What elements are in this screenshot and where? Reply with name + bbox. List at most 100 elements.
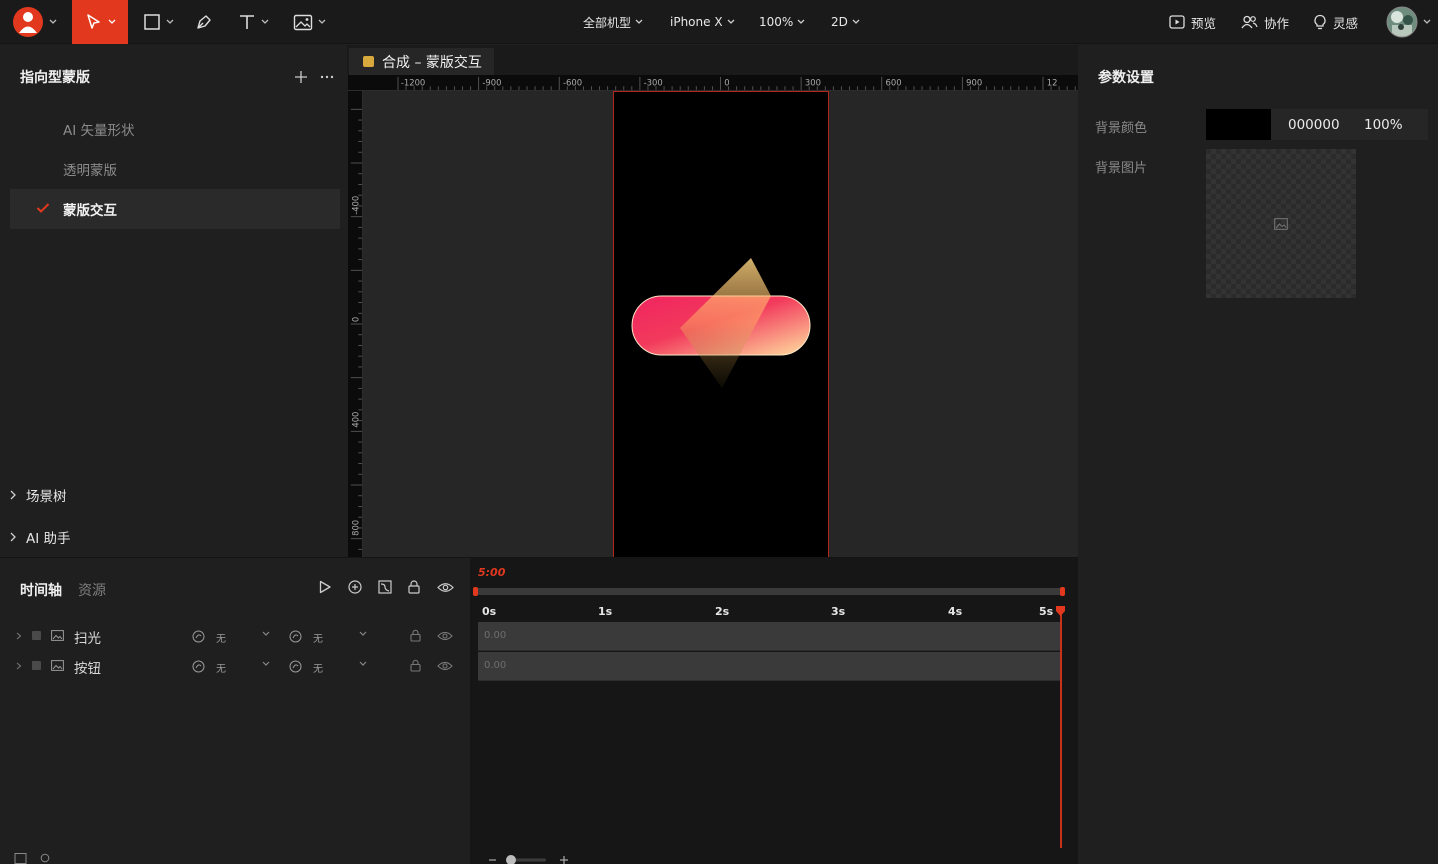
lock-icon[interactable] bbox=[410, 629, 421, 642]
ruler-h-tick: -900 bbox=[482, 77, 501, 87]
collaborate-label: 协作 bbox=[1264, 15, 1290, 31]
canvas-viewport[interactable] bbox=[363, 91, 1078, 557]
artboard[interactable] bbox=[613, 91, 829, 557]
ease-out-select[interactable]: 无 bbox=[313, 660, 323, 675]
layer-track[interactable]: 0.00 bbox=[478, 652, 1061, 681]
bg-color-opacity-input[interactable]: 100% bbox=[1364, 117, 1403, 133]
layer-row[interactable]: 按钮 无 无 bbox=[0, 651, 470, 681]
scene-tree-label: 场景树 bbox=[26, 489, 67, 505]
rectangle-icon bbox=[143, 14, 160, 30]
ruler-v-tick: -400 bbox=[350, 196, 360, 215]
timeline-layers-panel: 时间轴 资源 扫光 无 无 按钮 无 无 bbox=[0, 557, 470, 864]
range-start-handle[interactable] bbox=[473, 587, 478, 596]
inspiration-button[interactable]: 灵感 bbox=[1313, 0, 1358, 44]
pen-tool-button[interactable] bbox=[190, 0, 218, 44]
add-keyframe-button[interactable] bbox=[348, 580, 362, 594]
time-tick-label: 3s bbox=[831, 605, 846, 618]
preview-button[interactable]: 预览 bbox=[1169, 0, 1216, 44]
composition-tab[interactable]: 合成 – 蒙版交互 bbox=[349, 48, 494, 75]
time-tick-label: 1s bbox=[598, 605, 613, 618]
ease-out-icon bbox=[289, 660, 302, 673]
more-options-button[interactable] bbox=[320, 75, 334, 79]
ruler-v-tick: 800 bbox=[350, 520, 360, 536]
snapshot-icon[interactable] bbox=[14, 853, 27, 864]
ease-in-select[interactable]: 无 bbox=[216, 630, 226, 645]
eye-icon[interactable] bbox=[437, 661, 453, 671]
chevron-down-icon bbox=[852, 19, 860, 24]
chevron-right-icon bbox=[10, 532, 16, 542]
visibility-all-button[interactable] bbox=[437, 582, 454, 593]
zoom-in-icon[interactable] bbox=[560, 856, 568, 864]
layer-track[interactable]: 0.00 bbox=[478, 622, 1061, 651]
ease-in-select[interactable]: 无 bbox=[216, 660, 226, 675]
zoom-thumb[interactable] bbox=[506, 855, 516, 864]
track-value: 0.00 bbox=[484, 660, 507, 671]
layer-name: 扫光 bbox=[74, 631, 101, 647]
view-mode-label: 2D bbox=[831, 15, 848, 29]
ease-out-select[interactable]: 无 bbox=[313, 630, 323, 645]
rectangle-tool-button[interactable] bbox=[136, 0, 180, 44]
time-tick-label: 2s bbox=[715, 605, 730, 618]
ease-in-icon bbox=[192, 660, 205, 673]
user-avatar-menu[interactable] bbox=[1384, 0, 1432, 44]
add-composition-button[interactable] bbox=[294, 70, 308, 84]
timeline-tracks-panel: 5:00 0s 1s 2s 3s 4s 5s 0.00 0.00 bbox=[470, 557, 1078, 864]
timeline-zoom-slider[interactable] bbox=[488, 854, 578, 864]
chevron-down-icon[interactable] bbox=[262, 631, 270, 637]
composition-item-mask-interaction[interactable]: 蒙版交互 bbox=[10, 189, 340, 229]
more-dots-icon bbox=[320, 75, 334, 79]
eye-icon bbox=[437, 583, 454, 592]
play-box-icon bbox=[1169, 15, 1185, 29]
avatar bbox=[1386, 6, 1417, 38]
composition-item-ai-shape[interactable]: AI 矢量形状 bbox=[10, 109, 340, 149]
collaborate-button[interactable]: 协作 bbox=[1241, 0, 1289, 44]
time-ruler[interactable]: 0s 1s 2s 3s 4s 5s bbox=[478, 604, 1063, 621]
chevron-down-icon[interactable] bbox=[262, 661, 270, 667]
bg-color-field[interactable]: 000000 100% bbox=[1206, 109, 1428, 140]
zoom-dropdown[interactable]: 100% bbox=[759, 0, 805, 44]
ruler-v-tick: 400 bbox=[350, 412, 360, 428]
app-logo-menu[interactable] bbox=[8, 0, 60, 44]
chevron-right-icon bbox=[10, 490, 16, 500]
view-mode-dropdown[interactable]: 2D bbox=[831, 0, 860, 44]
layer-name: 按钮 bbox=[74, 661, 101, 677]
time-tick-label: 0s bbox=[482, 605, 497, 618]
bg-color-hex-input[interactable]: 000000 bbox=[1288, 117, 1358, 133]
chevron-down-icon[interactable] bbox=[359, 661, 367, 667]
select-tool-button[interactable] bbox=[72, 0, 128, 44]
bg-color-swatch[interactable] bbox=[1206, 109, 1271, 140]
time-scrub-bar[interactable] bbox=[473, 587, 1065, 596]
scene-tree-section[interactable]: 场景树 bbox=[10, 483, 67, 507]
easing-curve-button[interactable] bbox=[378, 580, 392, 594]
image-icon bbox=[293, 14, 312, 30]
playhead-line[interactable] bbox=[1060, 610, 1062, 848]
image-tool-button[interactable] bbox=[288, 0, 330, 44]
ai-helper-section[interactable]: AI 助手 bbox=[10, 525, 71, 549]
plus-icon bbox=[295, 71, 307, 83]
device-dropdown[interactable]: iPhone X bbox=[670, 0, 735, 44]
tab-assets[interactable]: 资源 bbox=[78, 580, 106, 600]
range-end-handle[interactable] bbox=[1060, 587, 1065, 596]
text-tool-button[interactable] bbox=[232, 0, 274, 44]
composition-item-label: 蒙版交互 bbox=[63, 203, 117, 219]
eye-icon[interactable] bbox=[437, 631, 453, 641]
inspiration-label: 灵感 bbox=[1333, 15, 1359, 31]
chevron-down-icon[interactable] bbox=[359, 631, 367, 637]
compositions-panel: 指向型蒙版 AI 矢量形状 透明蒙版 蒙版交互 场景树 AI 助手 bbox=[0, 45, 347, 557]
device-family-dropdown[interactable]: 全部机型 bbox=[583, 0, 643, 44]
bg-image-picker[interactable] bbox=[1206, 149, 1356, 298]
lock-icon[interactable] bbox=[410, 659, 421, 672]
device-family-label: 全部机型 bbox=[583, 15, 632, 30]
track-value: 0.00 bbox=[484, 630, 507, 641]
search-icon[interactable] bbox=[40, 853, 50, 863]
tab-timeline[interactable]: 时间轴 bbox=[20, 580, 62, 600]
playhead-handle[interactable] bbox=[1055, 606, 1066, 616]
layer-row[interactable]: 扫光 无 无 bbox=[0, 621, 470, 651]
expand-chevron-icon[interactable] bbox=[16, 632, 22, 640]
time-tick-label: 4s bbox=[948, 605, 963, 618]
expand-chevron-icon[interactable] bbox=[16, 662, 22, 670]
ai-helper-label: AI 助手 bbox=[26, 531, 71, 547]
play-button[interactable] bbox=[318, 580, 332, 594]
composition-item-alpha-mask[interactable]: 透明蒙版 bbox=[10, 149, 340, 189]
lock-all-button[interactable] bbox=[408, 580, 420, 594]
